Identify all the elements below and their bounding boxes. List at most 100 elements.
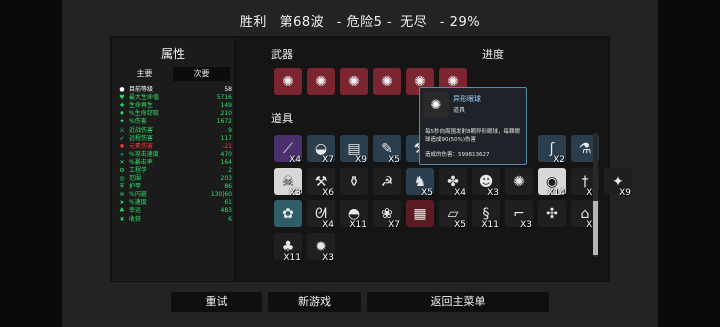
tooltip-damage-dealt: 造成的伤害：599813627 [425, 152, 490, 158]
tooltip-item-type: 道具 [453, 107, 466, 114]
weapons-label: 武器 [271, 48, 293, 61]
new-game-button[interactable]: 新游戏 [268, 292, 361, 312]
item-slot[interactable]: ❀ X7 [373, 200, 401, 230]
item-slot[interactable]: ☠ X3 [274, 168, 302, 198]
item-slot[interactable]: ✦ X9 [604, 168, 632, 198]
fish-icon: ᘛ [315, 205, 327, 222]
item-slot[interactable]: ✹ X3 [307, 233, 335, 263]
item-slot[interactable]: ▦ [406, 200, 434, 227]
stat-value: 6 [228, 215, 232, 223]
item-slot[interactable]: ⌐ X3 [505, 200, 533, 230]
item-count: X6 [322, 188, 334, 198]
stat-value: 61 [224, 199, 232, 207]
stat-row: ⚙ 工程学 2 [118, 167, 232, 175]
wave-text: 第68波 [279, 15, 325, 30]
stat-value: 86 [224, 183, 232, 191]
item-slot[interactable]: ʃ X2 [538, 135, 566, 165]
item-slot[interactable]: ᘛ X4 [307, 200, 335, 230]
item-count: X7 [322, 155, 334, 165]
item-slot[interactable]: § X11 [472, 200, 500, 230]
item-slot[interactable]: ✣ [538, 200, 566, 227]
item-slot[interactable]: ♞ X5 [406, 168, 434, 198]
item-slot[interactable]: ◉ X14 [538, 168, 566, 198]
item-count: X3 [487, 188, 499, 198]
item-count: X14 [547, 188, 565, 198]
stat-name: 目前等级 [129, 86, 154, 94]
stat-value: 149 [220, 102, 232, 110]
stat-name: 元素伤害 [129, 142, 154, 150]
item-slot[interactable]: ☻ X3 [472, 168, 500, 198]
item-slot[interactable]: ⚒ X6 [307, 168, 335, 198]
pen-icon: ✎ [381, 140, 393, 157]
octopus-icon: ✺ [513, 173, 525, 190]
items-scrollbar[interactable] [593, 133, 598, 257]
alien-eye-icon: ✺ [423, 92, 449, 118]
alien-eye-icon: ✺ [282, 73, 294, 90]
item-count: X4 [322, 220, 334, 230]
items-scrollbar-thumb[interactable] [593, 201, 598, 255]
panda-icon: ◉ [545, 173, 559, 190]
main-menu-button[interactable]: 返回主菜单 [367, 292, 549, 312]
progress-label: 进度 [482, 48, 504, 61]
tab-primary[interactable]: 主要 [116, 67, 173, 81]
gear-wheel-icon: ✤ [447, 173, 459, 190]
stat-row: ♣ 幸运 483 [118, 207, 232, 215]
stat-name: 收获 [129, 215, 142, 223]
stat-row: ◎ 范围 203 [118, 175, 232, 183]
danger-text: - 危险5 - [336, 15, 393, 30]
drum-icon: ▤ [347, 140, 361, 157]
weapon-slot[interactable]: ✺ [340, 68, 368, 95]
item-slot[interactable]: ◒ X7 [307, 135, 335, 165]
heart-icon: ♥ [119, 94, 125, 102]
item-slot[interactable]: ⚱ [340, 168, 368, 195]
stat-list: ● 目前等级 58 ♥ 最大生命值 5716 ✚ 生命再生 149 ♦ %生命窃取 210 ✦ %伤害 16… [118, 86, 232, 224]
item-count: X11 [283, 253, 301, 263]
stat-row: ➶ 远程伤害 117 [118, 135, 232, 143]
item-slot[interactable]: ▱ X5 [439, 200, 467, 230]
item-count: X5 [454, 220, 466, 230]
stat-row: ✹ 元素伤害 -21 [118, 143, 232, 151]
item-slot[interactable]: ✺ [505, 168, 533, 195]
alien-eye-icon: ✺ [381, 73, 393, 90]
tab-secondary[interactable]: 次要 [173, 67, 230, 81]
stat-name: 工程学 [129, 166, 148, 174]
item-count: X11 [349, 220, 367, 230]
engineering-icon: ⚙ [119, 166, 125, 174]
item-slot[interactable]: ✿ [274, 200, 302, 227]
stat-name: 最大生命值 [129, 94, 160, 102]
stat-name: 护甲 [129, 183, 142, 191]
item-count: X3 [520, 220, 532, 230]
item-tooltip: ✺ 异形眼球 道具 每5秒向周围发射8颗异形眼球，每颗眼球造成90(50%)伤害… [419, 87, 527, 165]
stat-value: 164 [220, 158, 232, 166]
stat-row: ♥ 最大生命值 5716 [118, 94, 232, 102]
item-count: X5 [388, 155, 400, 165]
percent-text: - 29% [439, 15, 481, 30]
item-slot[interactable]: ✤ X4 [439, 168, 467, 198]
item-slot[interactable]: ⟋ X4 [274, 135, 302, 165]
stat-row: » %攻击速度 470 [118, 151, 232, 159]
item-slot[interactable]: ◓ X11 [340, 200, 368, 230]
item-slot[interactable]: ☭ [373, 168, 401, 195]
flask-icon: ⚗ [578, 140, 592, 157]
bunny-icon: ♞ [413, 173, 427, 190]
retry-button[interactable]: 重试 [171, 292, 262, 312]
worm-icon: § [482, 205, 490, 222]
attributes-title: 属性 [160, 47, 185, 61]
tooltip-item-name: 异形眼球 [453, 95, 481, 103]
item-count: X9 [355, 155, 367, 165]
range-icon: ◎ [119, 175, 125, 183]
plant-icon: ❀ [381, 205, 393, 222]
weapon-slot[interactable]: ✺ [274, 68, 302, 95]
skull-icon: ☠ [281, 173, 295, 190]
weapon-slot[interactable]: ✺ [307, 68, 335, 95]
mask-icon: ☻ [478, 173, 494, 190]
crit-icon: ✕ [119, 158, 125, 166]
item-slot[interactable]: ♣ X11 [274, 233, 302, 263]
bottle-icon: ⚱ [348, 173, 360, 190]
stat-row: ✕ %暴击率 164 [118, 159, 232, 167]
item-slot[interactable]: ▤ X9 [340, 135, 368, 165]
weapon-slot[interactable]: ✺ [373, 68, 401, 95]
boot-icon: ⌐ [513, 205, 525, 222]
item-slot[interactable]: ✎ X5 [373, 135, 401, 165]
luck-icon: ♣ [119, 207, 125, 215]
